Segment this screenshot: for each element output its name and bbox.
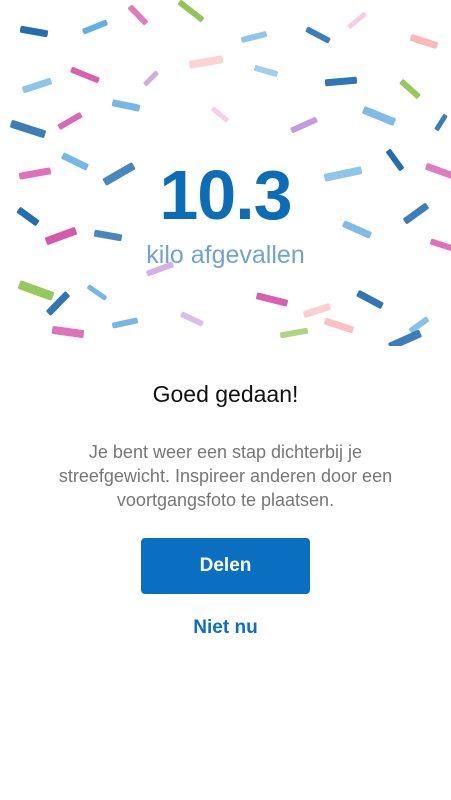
confetti-piece: [211, 106, 229, 123]
confetti-piece: [111, 99, 141, 112]
weight-lost-value: 10.3: [159, 156, 292, 234]
battery-icon: [373, 6, 385, 13]
success-heading: Goed gedaan!: [152, 381, 299, 407]
confetti-piece: [388, 329, 422, 346]
confetti-piece: [70, 67, 100, 83]
status-indicators: [34, 4, 74, 16]
confetti-piece: [253, 65, 279, 77]
confetti-piece: [324, 317, 354, 334]
confetti-piece: [255, 292, 289, 307]
status-bar: [0, 0, 451, 22]
confetti-piece: [188, 55, 224, 69]
confetti-piece: [180, 311, 204, 327]
confetti-piece: [356, 290, 384, 309]
confetti-piece: [324, 76, 358, 87]
confetti-piece: [434, 114, 448, 131]
confetti-piece: [10, 120, 46, 138]
confetti-piece: [57, 112, 83, 130]
confetti-piece: [290, 117, 318, 133]
celebration-hero: 10.3 kilo afgevallen: [0, 0, 451, 346]
network-icon: [50, 6, 58, 14]
confetti-piece: [87, 284, 107, 301]
status-battery-area: [373, 4, 393, 16]
confetti-piece: [143, 70, 159, 87]
confetti-piece: [279, 327, 309, 339]
confetti-piece: [240, 31, 268, 43]
confetti-piece: [17, 280, 55, 301]
confetti-piece: [302, 303, 332, 318]
confetti-piece: [19, 25, 49, 38]
not-now-link[interactable]: Niet nu: [140, 614, 311, 642]
progress-photo-message: Je bent weer een stap dichterbij je stre…: [58, 442, 393, 510]
confetti-piece: [22, 77, 52, 94]
weight-loss-celebration-screen: 10.3 kilo afgevallen Goed gedaan! Je ben…: [0, 0, 451, 800]
confetti-piece: [399, 79, 421, 99]
confetti-piece: [362, 106, 396, 126]
confetti-piece: [305, 26, 331, 44]
confetti-piece: [409, 34, 439, 49]
signal-icon: [34, 6, 44, 14]
confetti-piece: [111, 317, 139, 329]
encouragement-panel: Goed gedaan! Je bent weer een stap dicht…: [0, 346, 451, 800]
share-button[interactable]: Delen: [141, 538, 310, 594]
confetti-piece: [51, 326, 85, 338]
weight-lost-label: kilo afgevallen: [146, 241, 305, 269]
